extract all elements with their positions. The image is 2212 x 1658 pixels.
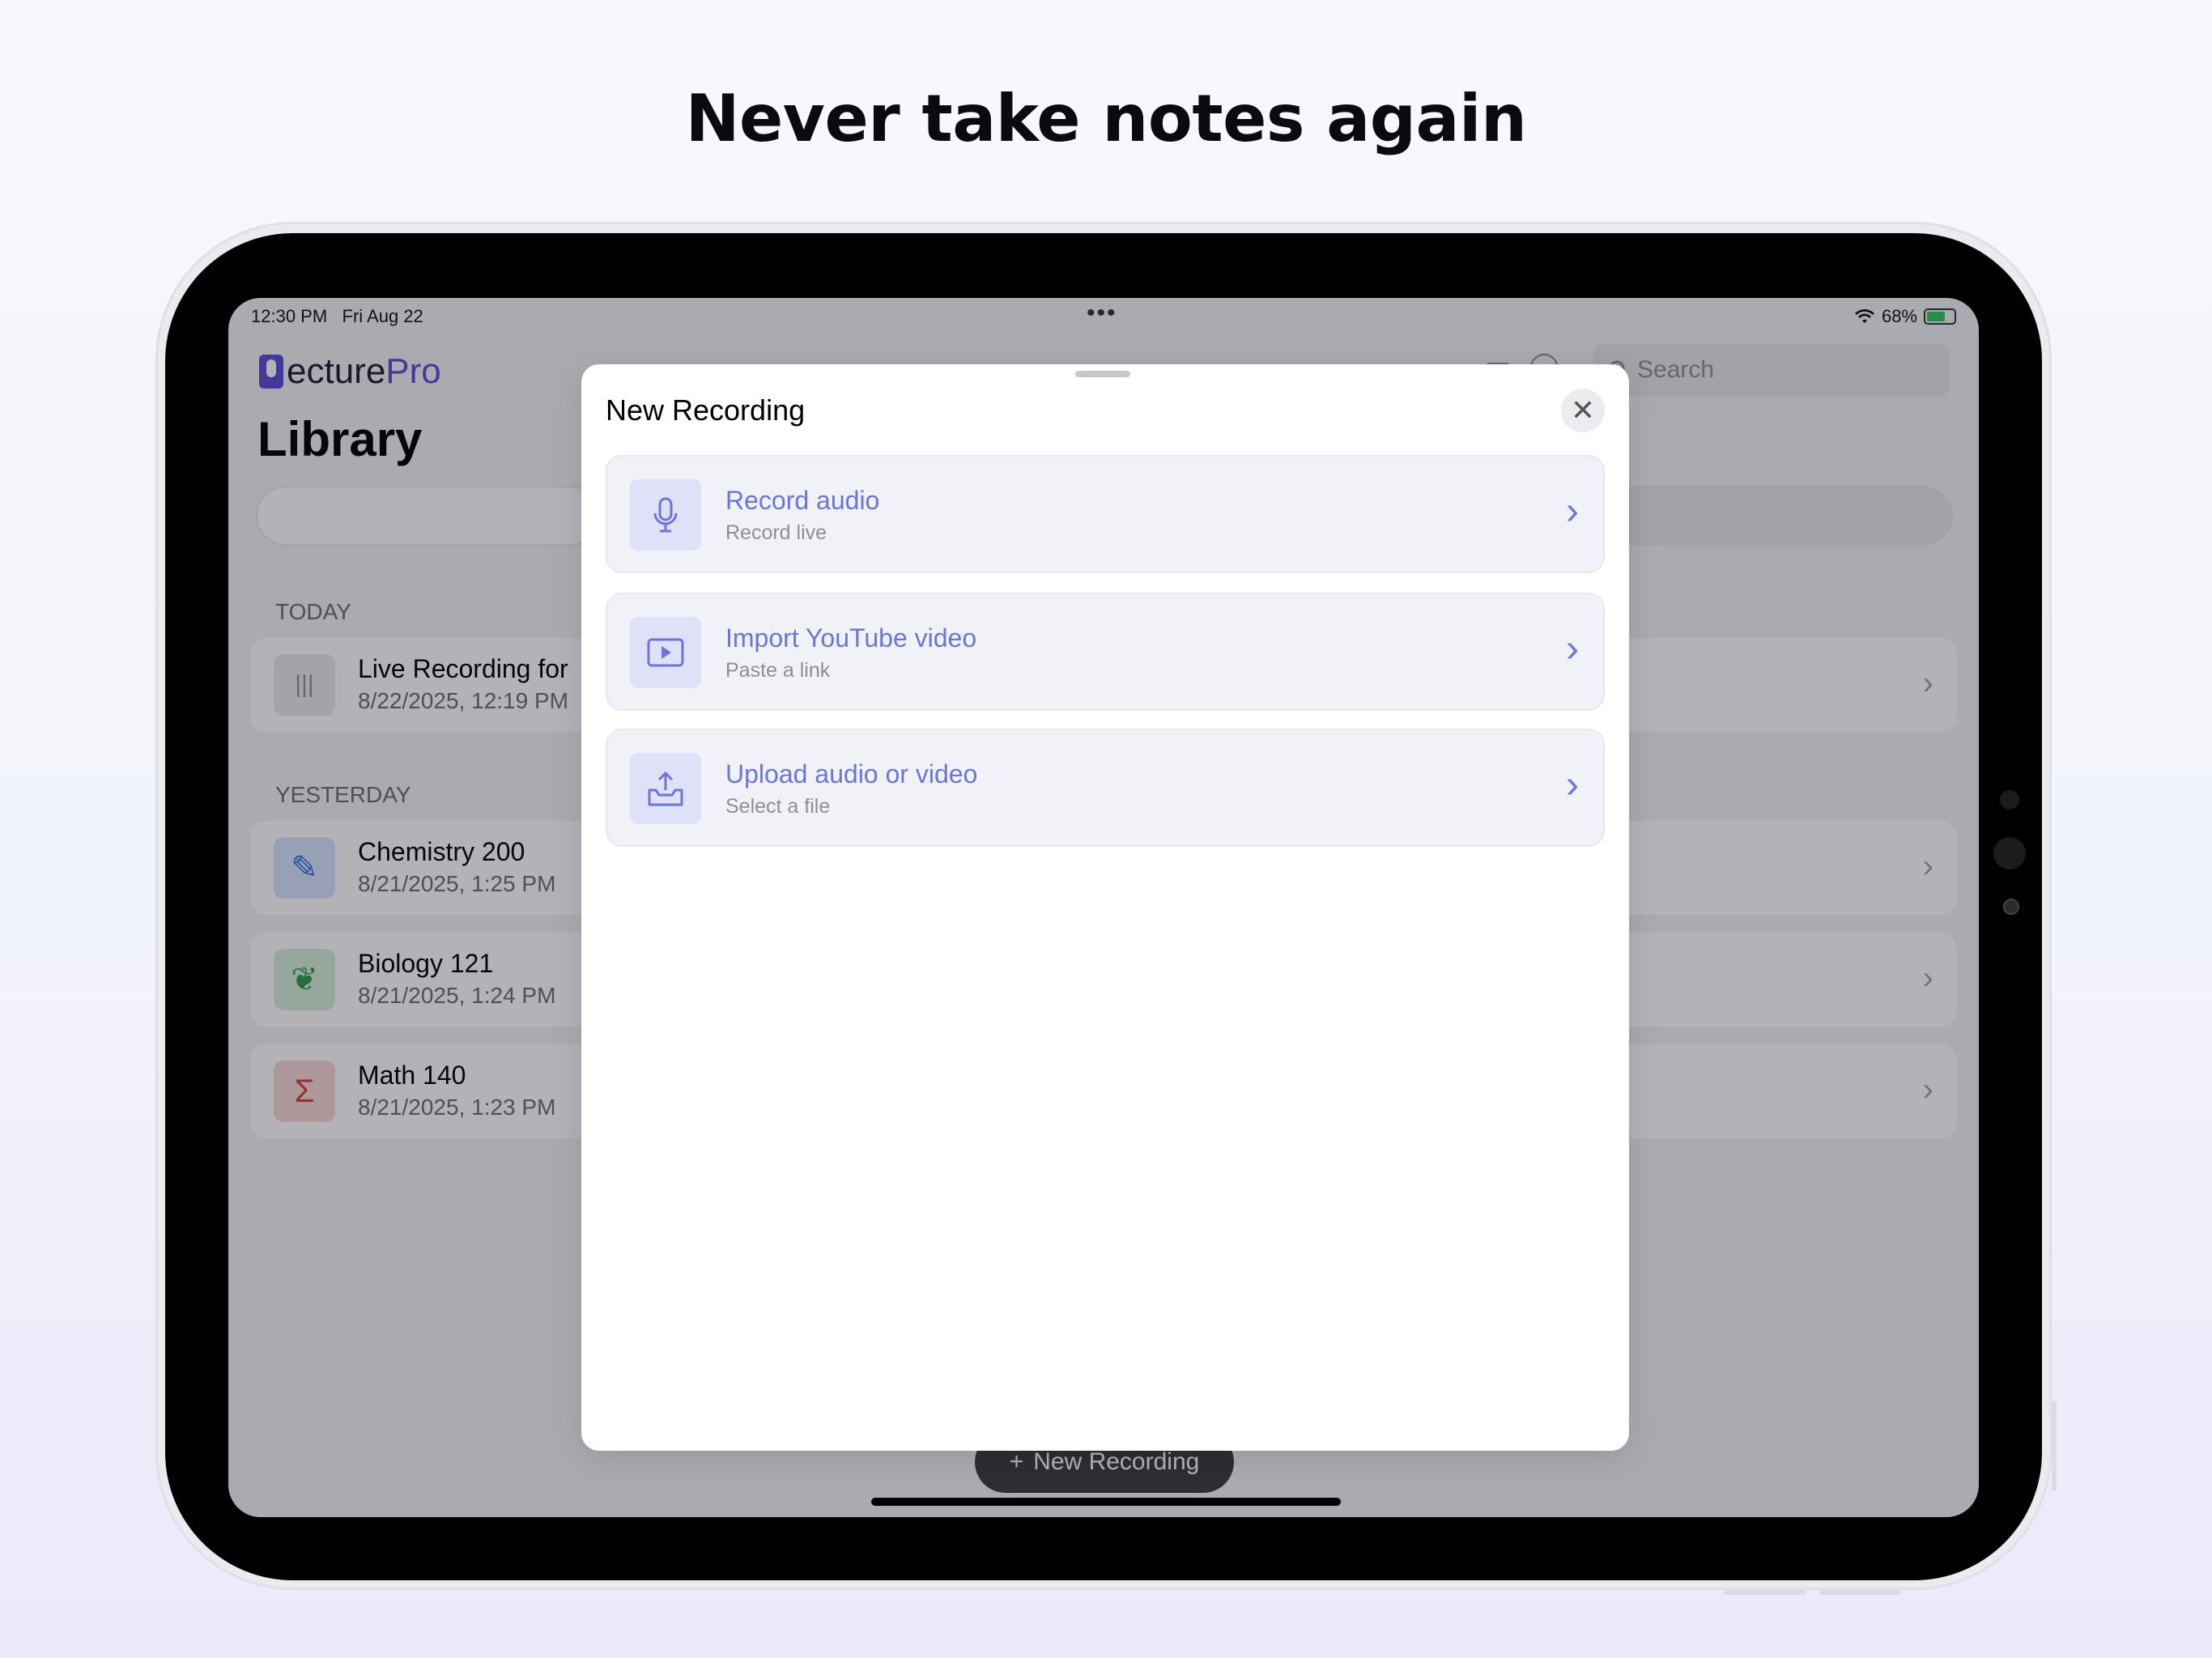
option-subtitle: Record live (725, 521, 827, 544)
side-button (2052, 1401, 2057, 1491)
option-subtitle: Select a file (725, 795, 831, 818)
upload-file-option[interactable]: Upload audio or video Select a file › (606, 729, 1605, 847)
volume-button (1820, 1590, 1901, 1595)
chevron-right-icon: › (1566, 490, 1579, 533)
import-youtube-option[interactable]: Import YouTube video Paste a link › (606, 593, 1605, 711)
sheet-grabber[interactable] (1075, 371, 1130, 377)
tablet-screen: 12:30 PM Fri Aug 22 ••• 68% ecture Pro Li… (228, 298, 1979, 1517)
close-button[interactable]: ✕ (1561, 389, 1605, 432)
flash-dot (2003, 899, 2019, 915)
sensor-dot (2000, 790, 2019, 810)
upload-tray-icon (630, 753, 701, 824)
option-title: Import YouTube video (725, 623, 977, 653)
close-icon: ✕ (1570, 393, 1596, 427)
home-indicator[interactable] (871, 1498, 1341, 1506)
sheet-title: New Recording (606, 393, 806, 427)
chevron-right-icon: › (1566, 627, 1579, 670)
record-audio-option[interactable]: Record audio Record live › (606, 455, 1605, 573)
camera-lens (1993, 837, 2026, 869)
option-subtitle: Paste a link (725, 659, 831, 682)
volume-button (1725, 1590, 1806, 1595)
option-title: Record audio (725, 486, 880, 515)
chevron-right-icon: › (1566, 763, 1579, 806)
new-recording-sheet: New Recording ✕ Record audio Record live… (581, 364, 1629, 1451)
option-title: Upload audio or video (725, 759, 978, 789)
play-icon (630, 617, 701, 688)
marketing-headline: Never take notes again (685, 81, 1527, 156)
microphone-icon (630, 479, 701, 551)
